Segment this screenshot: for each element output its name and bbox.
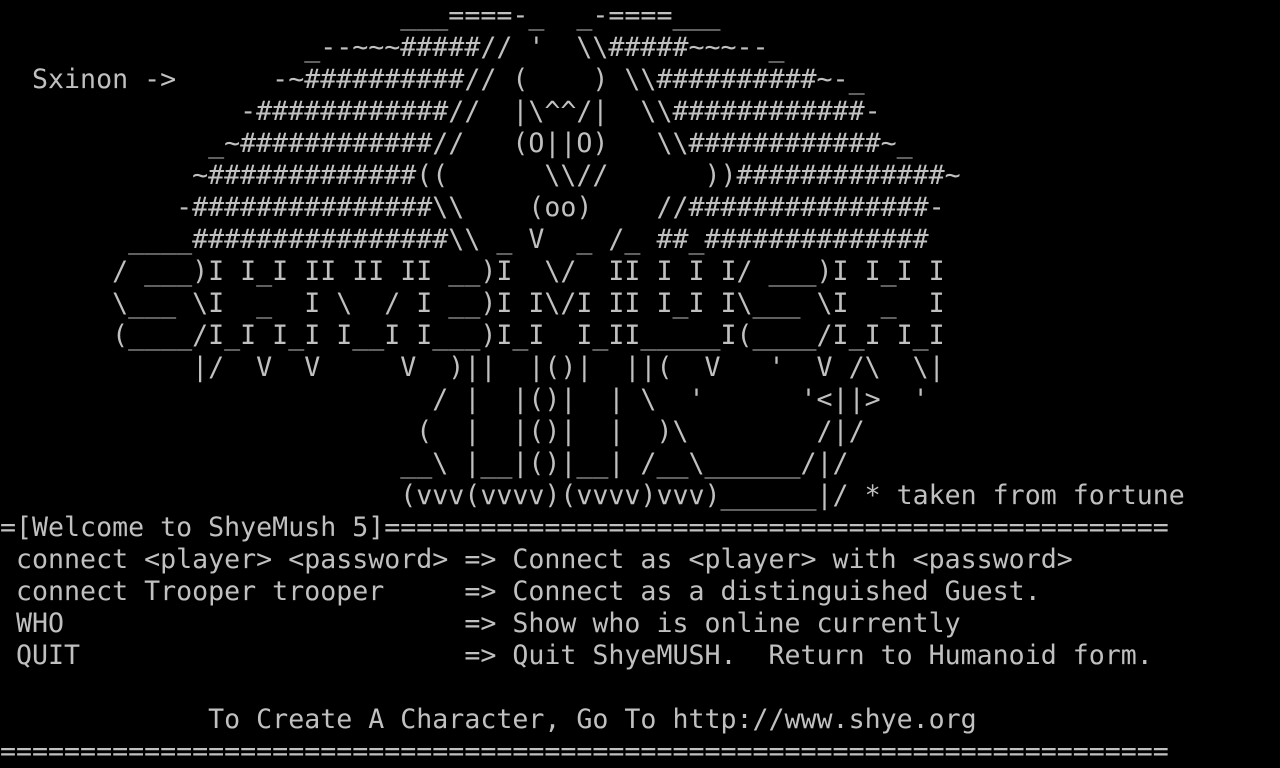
ascii-art-line: (____/I_I I_I I__I I___)I_I I_II_____I(_… [0,320,945,351]
ascii-art-line: / ___)I I_I II II II __)I \/ II I I I/ _… [0,256,945,287]
ascii-art-line: __\ |__|()|__| /__\______/|/ [0,448,849,479]
create-character-notice: To Create A Character, Go To http://www.… [0,704,977,735]
ascii-art-line: (vvv(vvvv)(vvvv)vvv)______|/ * taken fro… [0,480,1185,511]
ascii-art-line: _--~~~#####// ' \\#####~~~--_ [0,32,785,63]
ascii-art-line: ( | |()| | )\ /|/ [0,416,865,447]
ascii-art-line: \___ \I _ I \ / I __)I I\/I II I_I I\___… [0,288,945,319]
ascii-art-line: ___====-_ _-====___ [0,0,721,31]
ascii-art-line: _~############// (O||O) \\############~_ [0,128,913,159]
ascii-art-line: / | |()| | \ ' '<||> ' [0,384,929,415]
command-help-line: connect Trooper trooper => Connect as a … [0,576,1041,607]
welcome-banner: =[Welcome to ShyeMush 5]================… [0,512,1169,543]
ascii-art-line: -############// |\^^/| \\############- [0,96,881,127]
terminal-screen[interactable]: ___====-_ _-====___ _--~~~#####// ' \\##… [0,0,1280,768]
command-help-line: connect <player> <password> => Connect a… [0,544,1073,575]
ascii-art-line: ____################\\ _ V _ /_ ##_#####… [0,224,929,255]
command-help-line: QUIT => Quit ShyeMUSH. Return to Humanoi… [0,640,1153,671]
command-help-line: WHO => Show who is online currently [0,608,961,639]
ascii-art-line: |/ V V V )|| |()| ||( V ' V /\ \| [0,352,945,383]
divider-line: ========================================… [0,736,1169,767]
ascii-art-line: Sxinon -> -~##########// ( ) \\#########… [0,64,865,95]
ascii-art-line: ~#############(( \\// ))#############~ [0,160,961,191]
ascii-art-line: -###############\\ (oo) //##############… [0,192,945,223]
